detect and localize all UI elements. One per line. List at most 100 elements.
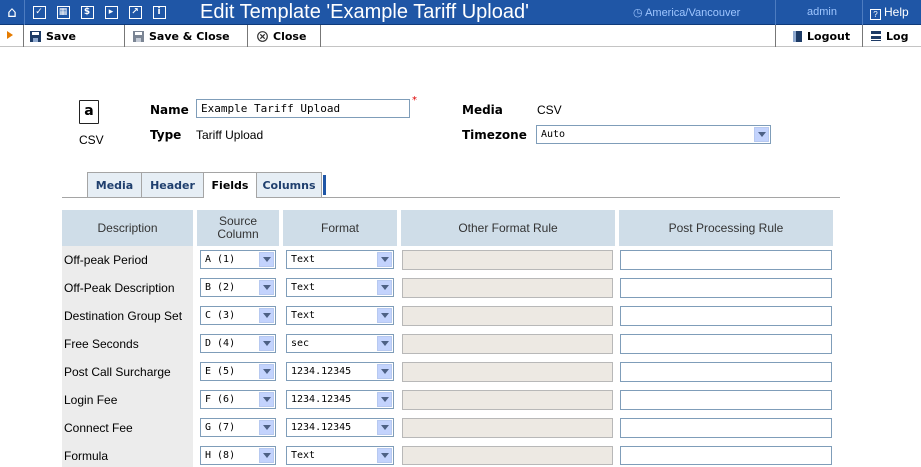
logout-door-icon xyxy=(793,30,802,42)
timezone-link[interactable]: ◷ America/Vancouver xyxy=(633,6,740,19)
format-select[interactable]: 1234.12345 xyxy=(286,418,394,437)
post-processing-rule-field[interactable] xyxy=(620,390,832,410)
divider xyxy=(23,25,24,47)
table-row: Post Call Surcharge E (5) 1234.12345 xyxy=(62,358,840,386)
table-row: Off-Peak Description B (2) Text xyxy=(62,274,840,302)
chevron-down-icon[interactable] xyxy=(377,364,392,379)
timezone-select[interactable]: Auto xyxy=(536,125,771,144)
chevron-down-icon[interactable] xyxy=(754,127,769,142)
log-button[interactable]: Log xyxy=(871,25,908,47)
chevron-down-icon[interactable] xyxy=(259,420,274,435)
tab-end-marker xyxy=(323,175,326,195)
divider xyxy=(124,25,125,47)
chevron-down-icon[interactable] xyxy=(259,280,274,295)
other-format-rule-field xyxy=(402,390,613,410)
logout-button[interactable]: Logout xyxy=(793,25,850,47)
logout-label: Logout xyxy=(807,29,851,43)
format-select[interactable]: Text xyxy=(286,278,394,297)
source-column-value: D (4) xyxy=(205,338,236,349)
document-arrow-icon[interactable]: ▸ xyxy=(99,3,123,22)
dollar-icon[interactable]: $ xyxy=(75,3,99,22)
post-processing-rule-field[interactable] xyxy=(620,306,832,326)
type-label: Type xyxy=(150,128,182,142)
source-column-select[interactable]: A (1) xyxy=(200,250,276,269)
other-format-rule-field xyxy=(402,306,613,326)
format-select[interactable]: 1234.12345 xyxy=(286,390,394,409)
chevron-down-icon[interactable] xyxy=(259,308,274,323)
format-value: 1234.12345 xyxy=(291,394,352,405)
post-processing-rule-field[interactable] xyxy=(620,418,832,438)
column-header-description: Description xyxy=(62,210,193,246)
format-select[interactable]: Text xyxy=(286,306,394,325)
format-select[interactable]: Text xyxy=(286,250,394,269)
chevron-down-icon[interactable] xyxy=(259,364,274,379)
source-column-value: H (8) xyxy=(205,450,236,461)
tab-header[interactable]: Header xyxy=(141,172,204,197)
name-field[interactable]: Example Tariff Upload xyxy=(196,99,410,118)
type-value: Tariff Upload xyxy=(196,128,264,142)
format-value: Text xyxy=(291,254,316,265)
chevron-down-icon[interactable] xyxy=(377,392,392,407)
info-icon[interactable]: i xyxy=(147,3,171,22)
source-column-select[interactable]: H (8) xyxy=(200,446,276,465)
log-list-icon xyxy=(871,31,881,41)
format-select[interactable]: 1234.12345 xyxy=(286,362,394,381)
checklist-icon[interactable]: ✓ xyxy=(27,3,51,22)
table-row: Destination Group Set C (3) Text xyxy=(62,302,840,330)
home-icon[interactable]: ⌂ xyxy=(0,0,25,25)
other-format-rule-field xyxy=(402,278,613,298)
post-processing-rule-field[interactable] xyxy=(620,334,832,354)
chart-icon[interactable]: ↗ xyxy=(123,3,147,22)
chevron-down-icon[interactable] xyxy=(377,280,392,295)
divider xyxy=(775,0,776,25)
source-column-select[interactable]: E (5) xyxy=(200,362,276,381)
row-description: Off-peak Period xyxy=(62,246,193,274)
table-row: Off-peak Period A (1) Text xyxy=(62,246,840,274)
close-circle-icon xyxy=(257,30,268,42)
format-select[interactable]: sec xyxy=(286,334,394,353)
format-value: 1234.12345 xyxy=(291,422,352,433)
format-select[interactable]: Text xyxy=(286,446,394,465)
tab-columns[interactable]: Columns xyxy=(256,172,322,197)
save-label: Save xyxy=(46,29,76,43)
source-column-select[interactable]: C (3) xyxy=(200,306,276,325)
source-column-select[interactable]: B (2) xyxy=(200,278,276,297)
chevron-down-icon[interactable] xyxy=(377,336,392,351)
help-link[interactable]: ? Help xyxy=(870,5,909,20)
tab-fields[interactable]: Fields xyxy=(203,172,257,198)
timezone-label: Timezone xyxy=(462,128,527,142)
chevron-down-icon[interactable] xyxy=(259,448,274,463)
row-description: Destination Group Set xyxy=(62,302,193,330)
expand-arrow-icon[interactable] xyxy=(7,31,13,39)
close-button[interactable]: Close xyxy=(257,25,306,47)
required-marker: * xyxy=(412,95,417,106)
tab-media[interactable]: Media xyxy=(87,172,142,197)
post-processing-rule-field[interactable] xyxy=(620,250,832,270)
chevron-down-icon[interactable] xyxy=(377,308,392,323)
divider xyxy=(320,25,321,47)
chevron-down-icon[interactable] xyxy=(377,420,392,435)
source-column-select[interactable]: D (4) xyxy=(200,334,276,353)
grid-icon[interactable]: ▦ xyxy=(51,3,75,22)
chevron-down-icon[interactable] xyxy=(259,336,274,351)
source-column-select[interactable]: F (6) xyxy=(200,390,276,409)
table-row: Free Seconds D (4) sec xyxy=(62,330,840,358)
post-processing-rule-field[interactable] xyxy=(620,446,832,465)
divider xyxy=(775,25,776,47)
chevron-down-icon[interactable] xyxy=(377,252,392,267)
post-processing-rule-field[interactable] xyxy=(620,362,832,382)
floppy-disk-icon xyxy=(30,30,41,42)
save-button[interactable]: Save xyxy=(30,25,76,47)
divider xyxy=(862,0,863,25)
column-header-other-format-rule: Other Format Rule xyxy=(401,210,615,246)
user-link[interactable]: admin xyxy=(807,6,837,18)
post-processing-rule-field[interactable] xyxy=(620,278,832,298)
other-format-rule-field xyxy=(402,334,613,354)
source-column-select[interactable]: G (7) xyxy=(200,418,276,437)
chevron-down-icon[interactable] xyxy=(259,252,274,267)
save-close-button[interactable]: Save & Close xyxy=(133,25,230,47)
name-label: Name xyxy=(150,103,189,117)
row-description: Formula xyxy=(62,442,193,467)
chevron-down-icon[interactable] xyxy=(259,392,274,407)
chevron-down-icon[interactable] xyxy=(377,448,392,463)
